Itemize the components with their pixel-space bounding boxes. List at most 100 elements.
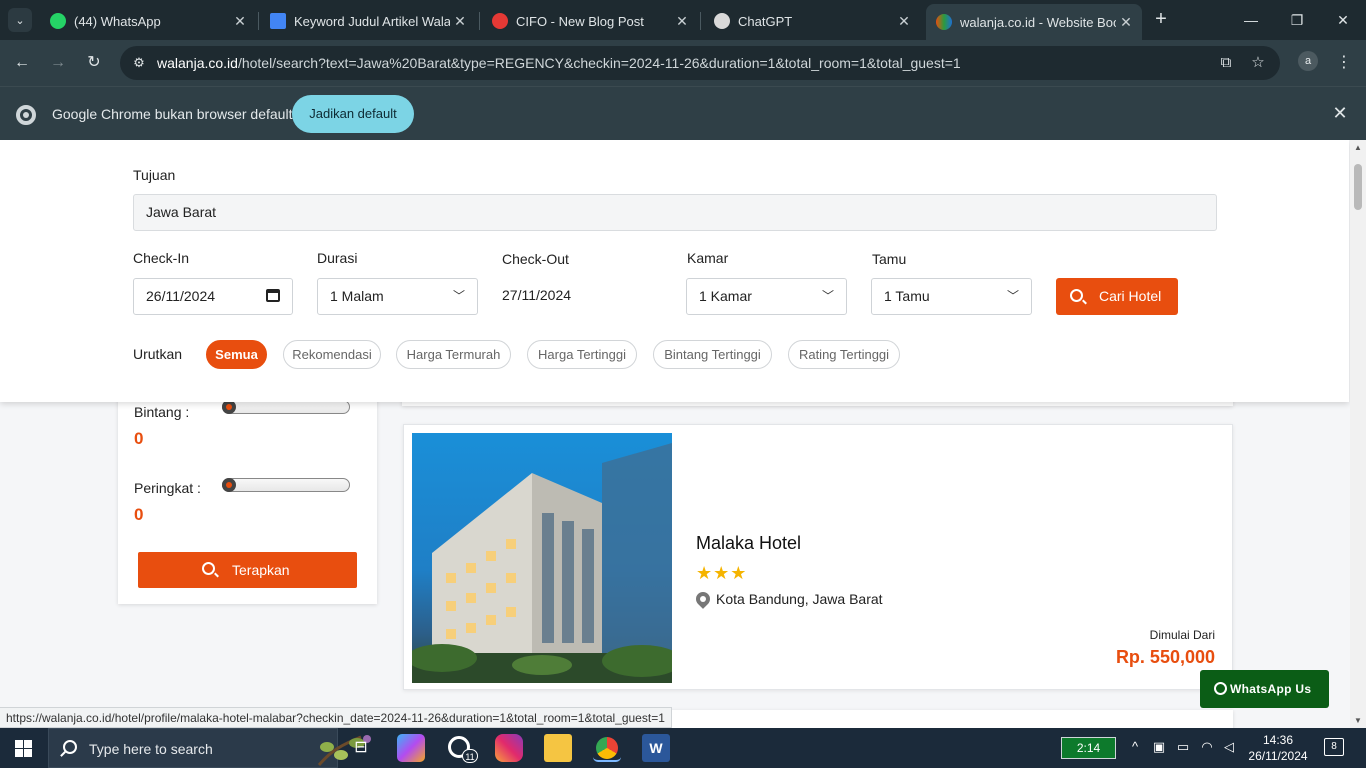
checkin-date-input[interactable]: 26/11/2024 xyxy=(133,278,293,315)
hotel-search-panel: Tujuan Jawa Barat Check-In 26/11/2024 Du… xyxy=(0,140,1349,402)
infobar-close-icon[interactable]: ✕ xyxy=(1330,103,1350,124)
search-hotel-button[interactable]: Cari Hotel xyxy=(1056,278,1178,315)
whatsapp-icon xyxy=(1214,682,1227,695)
notification-center-icon[interactable]: 8 xyxy=(1324,738,1344,756)
link-status-bubble: https://walanja.co.id/hotel/profile/mala… xyxy=(0,707,672,728)
destination-label: Tujuan xyxy=(133,167,176,183)
word-icon[interactable]: W xyxy=(642,734,670,762)
star-slider[interactable] xyxy=(222,400,350,414)
tab-cifo[interactable]: CIFO - New Blog Post ✕ xyxy=(482,6,698,36)
tab-title: ChatGPT xyxy=(738,13,793,29)
task-view-icon[interactable]: ⊟ xyxy=(347,734,375,762)
price-prefix: Dimulai Dari xyxy=(1149,628,1215,642)
star-icon: ★ xyxy=(713,563,731,583)
tab-search-chevron-icon[interactable]: ⌄ xyxy=(8,8,32,32)
site-settings-icon[interactable]: ⚙ xyxy=(130,54,148,72)
wifi-icon[interactable]: ◠ xyxy=(1198,738,1216,756)
duration-select[interactable]: 1 Malam ﹀ xyxy=(317,278,478,315)
set-default-button[interactable]: Jadikan default xyxy=(292,95,414,133)
sort-chip-recommended[interactable]: Rekomendasi xyxy=(283,340,381,369)
chrome-menu-icon[interactable]: ⋮ xyxy=(1334,52,1354,72)
whatsapp-taskbar-app[interactable]: 11 xyxy=(446,734,478,763)
cifo-favicon-icon xyxy=(492,13,508,29)
hotel-photo[interactable] xyxy=(412,433,672,683)
whatsapp-badge: 11 xyxy=(462,749,478,763)
show-hidden-icons-chevron-icon[interactable]: ^ xyxy=(1126,738,1144,756)
minimize-icon[interactable]: — xyxy=(1241,10,1261,30)
profile-avatar[interactable]: a xyxy=(1298,51,1318,71)
windows-taskbar: Type here to search ⊟ 11 W 2:14 ^ ▣ ▭ ◠ … xyxy=(0,728,1366,768)
tab-walanja[interactable]: walanja.co.id - Website Booking ✕ xyxy=(926,4,1142,40)
scroll-down-arrow-icon[interactable]: ▼ xyxy=(1353,716,1363,725)
default-browser-infobar: Google Chrome bukan browser default Jadi… xyxy=(0,86,1366,140)
copilot-icon[interactable] xyxy=(397,734,425,762)
chatgpt-favicon-icon xyxy=(714,13,730,29)
sort-label: Urutkan xyxy=(133,346,183,362)
location-pin-icon xyxy=(693,589,713,609)
chrome-taskbar-app[interactable] xyxy=(593,734,621,762)
file-explorer-icon[interactable] xyxy=(544,734,572,762)
translate-icon[interactable]: ⧉ xyxy=(1216,54,1236,72)
scrollbar-thumb[interactable] xyxy=(1354,164,1362,210)
sort-chip-all[interactable]: Semua xyxy=(206,340,267,369)
slider-handle[interactable] xyxy=(222,478,236,492)
guest-value: 1 Tamu xyxy=(884,288,930,304)
room-label: Kamar xyxy=(687,250,729,266)
battery-icon[interactable]: ▭ xyxy=(1174,738,1192,756)
new-tab-plus-icon[interactable]: + xyxy=(1150,8,1172,30)
restore-icon[interactable]: ❐ xyxy=(1287,10,1307,30)
tab-separator xyxy=(479,12,480,30)
whatsapp-us-label: WhatsApp Us xyxy=(1230,682,1312,696)
instagram-icon[interactable] xyxy=(495,734,523,762)
guest-label: Tamu xyxy=(872,251,907,267)
duration-label: Durasi xyxy=(317,250,358,266)
tab-close-icon[interactable]: ✕ xyxy=(672,13,692,30)
chrome-icon xyxy=(596,737,618,759)
room-value: 1 Kamar xyxy=(699,288,752,304)
hotel-name[interactable]: Malaka Hotel xyxy=(696,533,801,554)
sort-chip-highest-rating[interactable]: Rating Tertinggi xyxy=(788,340,900,369)
hotel-star-rating: ★★★ xyxy=(696,563,747,584)
tab-separator xyxy=(258,12,259,30)
tab-close-icon[interactable]: ✕ xyxy=(230,13,250,30)
slider-handle[interactable] xyxy=(222,400,236,414)
sort-chip-cheapest[interactable]: Harga Termurah xyxy=(396,340,511,369)
url-text: walanja.co.id/hotel/search?text=Jawa%20B… xyxy=(157,55,961,71)
taskbar-clock[interactable]: 14:36 26/11/2024 xyxy=(1246,732,1310,764)
checkin-label: Check-In xyxy=(133,250,190,266)
apply-filter-button[interactable]: Terapkan xyxy=(138,552,357,588)
back-arrow-icon[interactable]: ← xyxy=(11,52,33,74)
battery-indicator[interactable]: 2:14 xyxy=(1061,737,1116,759)
windows-start-icon[interactable] xyxy=(15,740,32,757)
destination-input[interactable]: Jawa Barat xyxy=(133,194,1217,231)
page-scrollbar[interactable]: ▲ ▼ xyxy=(1350,140,1366,728)
tab-whatsapp[interactable]: (44) WhatsApp ✕ xyxy=(40,6,256,36)
chevron-down-icon: ﹀ xyxy=(1006,289,1019,303)
volume-icon[interactable]: ◁ xyxy=(1220,738,1238,756)
tab-close-icon[interactable]: ✕ xyxy=(1116,14,1136,31)
forward-arrow-icon[interactable]: → xyxy=(47,52,69,74)
tab-chatgpt[interactable]: ChatGPT ✕ xyxy=(704,6,920,36)
google-docs-favicon-icon xyxy=(270,13,286,29)
guest-select[interactable]: 1 Tamu ﹀ xyxy=(871,278,1032,315)
hotel-card[interactable]: Malaka Hotel ★★★ Kota Bandung, Jawa Bara… xyxy=(403,424,1233,690)
taskbar-search-box[interactable]: Type here to search xyxy=(48,728,371,768)
tab-close-icon[interactable]: ✕ xyxy=(894,13,914,30)
tab-close-icon[interactable]: ✕ xyxy=(450,13,470,30)
sort-chip-most-expensive[interactable]: Harga Tertinggi xyxy=(527,340,637,369)
calendar-icon[interactable] xyxy=(266,289,280,302)
rating-filter-label: Peringkat : xyxy=(134,480,201,496)
room-select[interactable]: 1 Kamar ﹀ xyxy=(686,278,847,315)
whatsapp-us-button[interactable]: WhatsApp Us xyxy=(1200,670,1329,708)
address-bar[interactable]: ⚙ walanja.co.id/hotel/search?text=Jawa%2… xyxy=(120,46,1280,80)
sort-chip-highest-star[interactable]: Bintang Tertinggi xyxy=(653,340,772,369)
checkout-value: 27/11/2024 xyxy=(502,287,572,303)
tab-keyword-doc[interactable]: Keyword Judul Artikel Walanja ✕ xyxy=(260,6,476,36)
scroll-up-arrow-icon[interactable]: ▲ xyxy=(1353,143,1363,152)
bookmark-star-icon[interactable]: ☆ xyxy=(1248,54,1268,72)
meet-now-icon[interactable]: ▣ xyxy=(1150,738,1168,756)
chevron-down-icon: ﹀ xyxy=(821,289,834,303)
rating-slider[interactable] xyxy=(222,478,350,492)
reload-icon[interactable]: ↻ xyxy=(83,52,105,74)
window-close-icon[interactable]: ✕ xyxy=(1333,10,1353,30)
